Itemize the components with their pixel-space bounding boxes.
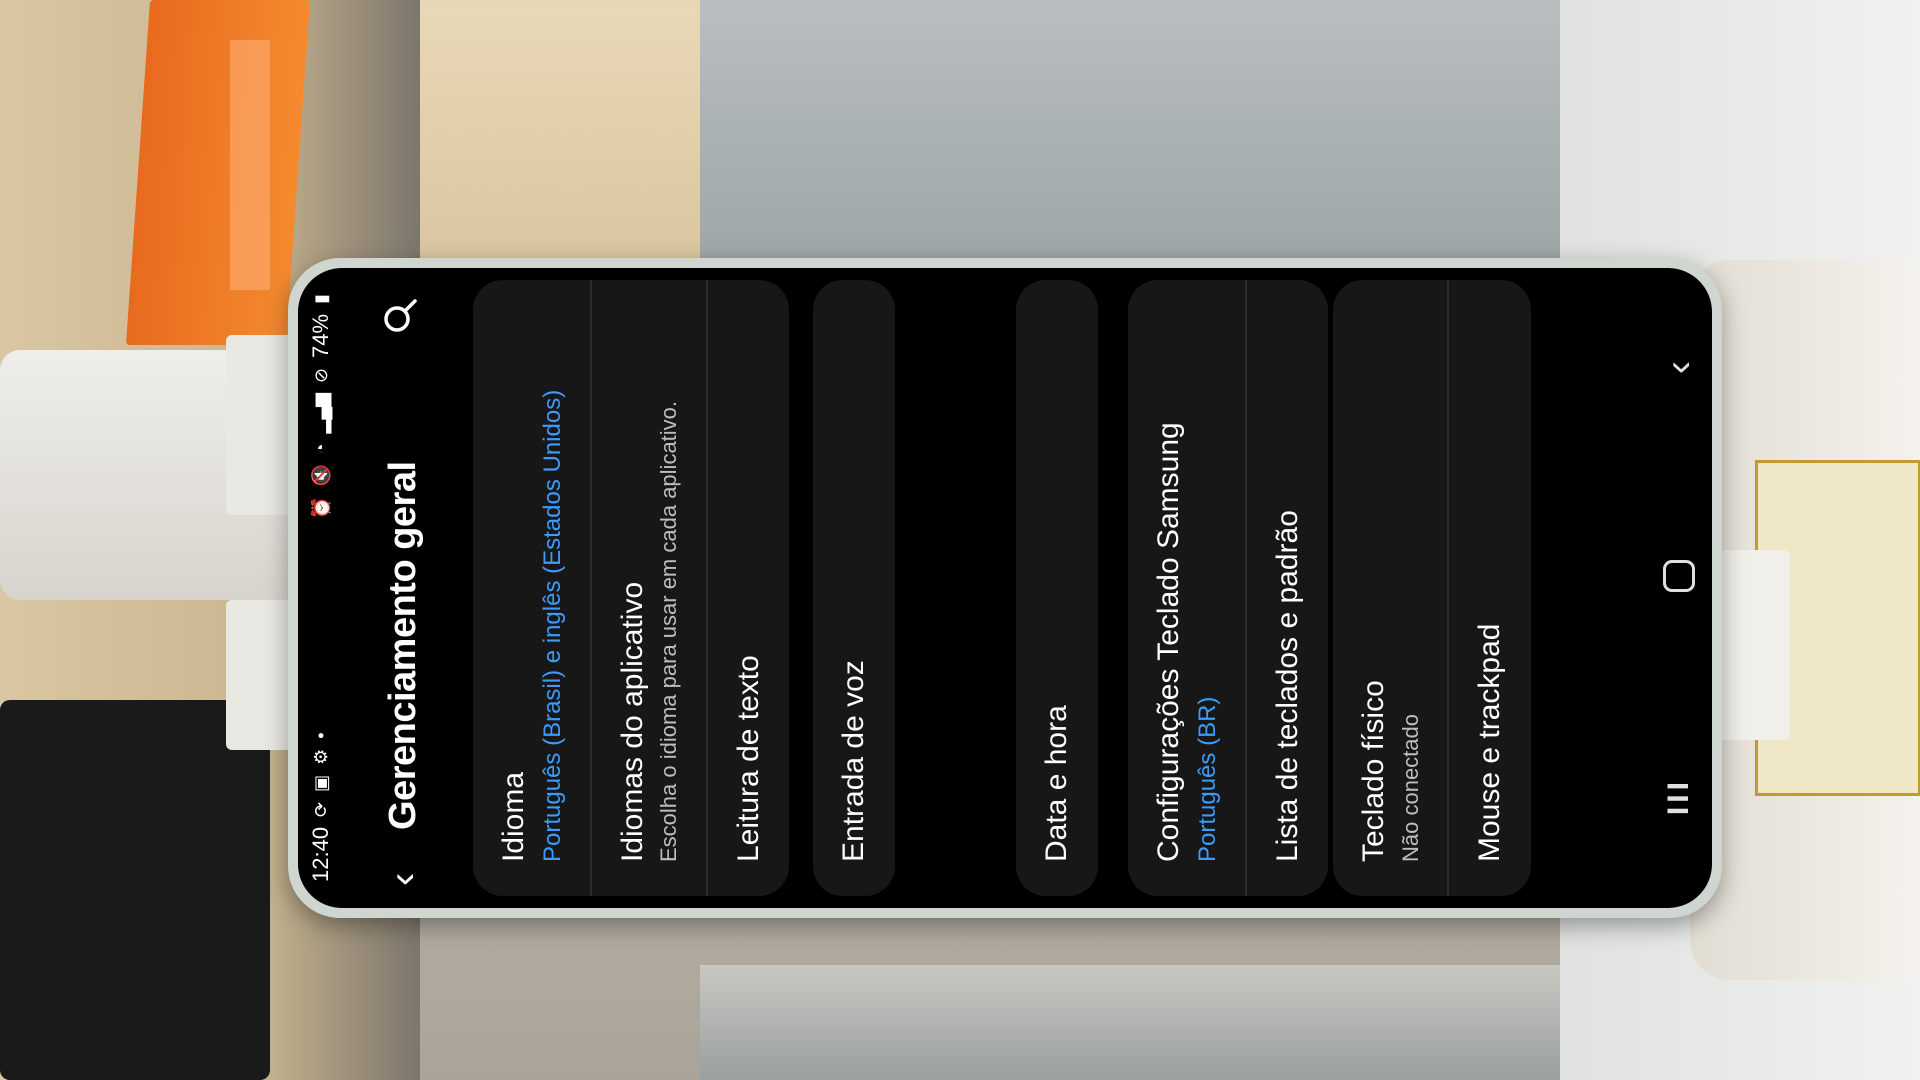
leitura-texto-title: Leitura de texto <box>731 655 765 862</box>
nav-back-button[interactable]: ‹ <box>1657 361 1702 374</box>
leitura-texto-item[interactable]: Leitura de texto <box>705 280 790 896</box>
wifi-icon: ◔ <box>310 443 331 455</box>
phone-clamp-left-bottom <box>226 600 296 750</box>
config-teclado-title: Configurações Teclado Samsung <box>1152 422 1185 862</box>
data-hora-item[interactable]: Data e hora <box>1016 280 1098 896</box>
idioma-item[interactable]: Idioma Português (Brasil) e inglês (Esta… <box>473 280 590 896</box>
background-orange-box <box>125 0 311 345</box>
status-bar: 12:40 ⟳ ▣ ⚙ • ⏰ 🔇 ◔ ▂▄▆ ⊘ 74% ▮ <box>298 268 344 908</box>
search-button[interactable] <box>380 290 426 336</box>
phone-clamp-left-top <box>226 335 296 515</box>
background-dark-block <box>0 700 270 1080</box>
sync-icon: ⟳ <box>310 801 331 817</box>
idioma-title: Idioma <box>497 771 530 862</box>
teclado-fisico-status: Não conectado <box>1397 714 1423 862</box>
background-window-top <box>700 0 1600 265</box>
voice-card: Entrada de voz <box>813 280 895 896</box>
idiomas-aplicativo-desc: Escolha o idioma para usar em cada aplic… <box>656 400 682 862</box>
background-orange-stripe <box>230 40 270 290</box>
recents-button[interactable]: III <box>1662 778 1696 815</box>
status-time: 12:40 <box>308 826 333 882</box>
phone-screen: 12:40 ⟳ ▣ ⚙ • ⏰ 🔇 ◔ ▂▄▆ ⊘ 74% ▮ ‹ Gerenc… <box>298 268 1712 908</box>
battery-level: 74% <box>308 313 333 358</box>
data-hora-title: Data e hora <box>1040 705 1073 862</box>
teclado-fisico-item[interactable]: Teclado físico Não conectado <box>1333 280 1447 896</box>
chevron-left-icon: ‹ <box>380 872 425 886</box>
mouse-trackpad-item[interactable]: Mouse e trackpad <box>1447 280 1531 896</box>
idiomas-aplicativo-title: Idiomas do aplicativo <box>615 581 649 862</box>
lista-teclados-item[interactable]: Lista de teclados e padrão <box>1244 280 1329 896</box>
image-icon: ▣ <box>310 774 331 792</box>
app-header: ‹ Gerenciamento geral <box>358 268 448 908</box>
alarm-icon: ⏰ <box>310 496 331 520</box>
entrada-voz-item[interactable]: Entrada de voz <box>813 280 895 896</box>
settings-screen: 12:40 ⟳ ▣ ⚙ • ⏰ 🔇 ◔ ▂▄▆ ⊘ 74% ▮ ‹ Gerenc… <box>298 268 1712 908</box>
status-left: 12:40 ⟳ ▣ ⚙ • <box>308 732 334 882</box>
home-button[interactable] <box>1663 560 1695 593</box>
idiomas-aplicativo-item[interactable]: Idiomas do aplicativo Escolha o idioma p… <box>589 280 706 896</box>
input-devices-card: Teclado físico Não conectado Mouse e tra… <box>1333 280 1531 896</box>
background-window-bottom <box>700 965 1600 1080</box>
entrada-voz-title: Entrada de voz <box>837 660 870 862</box>
back-button[interactable]: ‹ <box>381 830 426 886</box>
mute-icon: 🔇 <box>310 464 331 487</box>
dot-icon: • <box>310 732 331 739</box>
no-sign-icon: ⊘ <box>310 367 331 384</box>
keyboard-card: Configurações Teclado Samsung Português … <box>1128 280 1329 896</box>
config-teclado-item[interactable]: Configurações Teclado Samsung Português … <box>1128 280 1245 896</box>
battery-icon: ▮ <box>310 294 331 304</box>
mouse-trackpad-title: Mouse e trackpad <box>1473 623 1507 862</box>
language-card: Idioma Português (Brasil) e inglês (Esta… <box>473 280 790 896</box>
phone-clamp-right <box>1720 550 1790 740</box>
navigation-bar: III ‹ <box>1646 268 1712 908</box>
idioma-value: Português (Brasil) e inglês (Estados Uni… <box>538 389 566 862</box>
gear-icon: ⚙ <box>310 748 331 765</box>
status-right: ⏰ 🔇 ◔ ▂▄▆ ⊘ 74% ▮ <box>308 294 334 519</box>
datetime-card: Data e hora <box>1016 280 1098 896</box>
teclado-fisico-title: Teclado físico <box>1357 680 1390 862</box>
page-title: Gerenciamento geral <box>381 461 424 830</box>
search-icon <box>384 299 417 332</box>
phone-device: 12:40 ⟳ ▣ ⚙ • ⏰ 🔇 ◔ ▂▄▆ ⊘ 74% ▮ ‹ Gerenc… <box>288 258 1722 918</box>
lista-teclados-title: Lista de teclados e padrão <box>1270 510 1304 862</box>
signal-icon: ▂▄▆ <box>310 393 331 434</box>
config-teclado-value: Português (BR) <box>1193 696 1221 862</box>
